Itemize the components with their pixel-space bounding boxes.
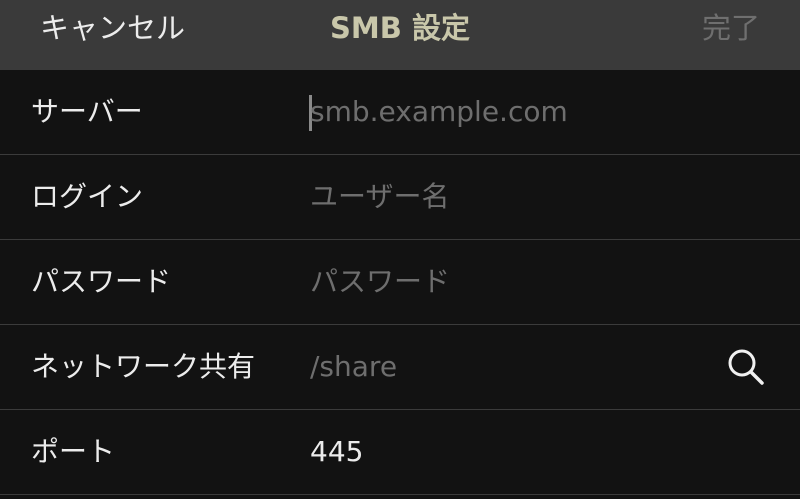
- share-input[interactable]: /share: [310, 325, 397, 409]
- search-icon[interactable]: [722, 343, 770, 391]
- port-input[interactable]: 445: [310, 410, 363, 494]
- page-title: SMB 設定: [330, 11, 470, 45]
- share-label: ネットワーク共有: [31, 350, 256, 383]
- login-label: ログイン: [31, 180, 144, 213]
- port-label: ポート: [31, 435, 116, 468]
- share-row[interactable]: ネットワーク共有 /share: [0, 325, 800, 410]
- smb-settings-screen: キャンセル SMB 設定 完了 サーバー smb.example.com ログイ…: [0, 0, 800, 499]
- login-row[interactable]: ログイン ユーザー名: [0, 155, 800, 240]
- server-row[interactable]: サーバー smb.example.com: [0, 70, 800, 155]
- done-button[interactable]: 完了: [702, 0, 760, 56]
- password-row[interactable]: パスワード パスワード: [0, 240, 800, 325]
- server-label: サーバー: [31, 95, 143, 128]
- password-input[interactable]: パスワード: [310, 240, 450, 324]
- navigation-bar: キャンセル SMB 設定 完了: [0, 0, 800, 70]
- password-label: パスワード: [31, 265, 172, 298]
- server-input[interactable]: smb.example.com: [310, 70, 568, 154]
- login-input[interactable]: ユーザー名: [310, 155, 449, 239]
- smb-settings-form: サーバー smb.example.com ログイン ユーザー名 パスワード パス…: [0, 70, 800, 495]
- port-row[interactable]: ポート 445: [0, 410, 800, 495]
